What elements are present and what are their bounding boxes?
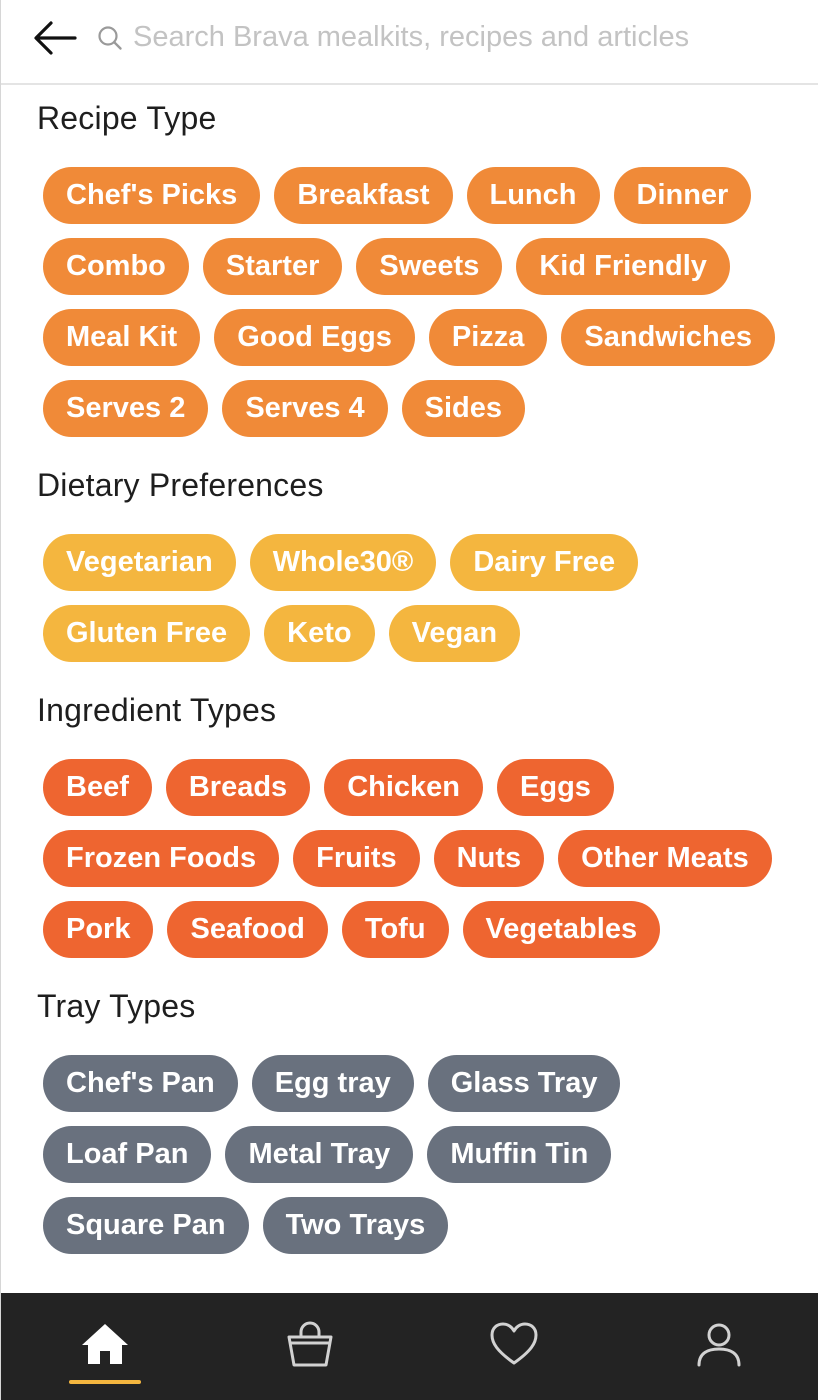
heart-icon <box>490 1322 538 1364</box>
search-icon <box>98 26 122 50</box>
filter-chip[interactable]: Metal Tray <box>225 1126 414 1183</box>
active-indicator <box>69 1380 141 1384</box>
filter-chip[interactable]: Serves 2 <box>43 380 209 437</box>
section-title: Tray Types <box>37 988 196 1024</box>
filter-chip[interactable]: Combo <box>43 238 189 295</box>
filter-chip[interactable]: Nuts <box>433 830 545 887</box>
filter-chip[interactable]: Good Eggs <box>214 309 415 366</box>
filter-chip[interactable]: Seafood <box>167 901 328 958</box>
filter-chip[interactable]: Vegetables <box>462 901 661 958</box>
chip-group: Beef Breads Chicken Eggs Frozen Foods Fruits N… <box>37 759 797 958</box>
filter-chip[interactable]: Glass Tray <box>427 1055 621 1112</box>
nav-home[interactable] <box>60 1293 150 1400</box>
filter-chip[interactable]: Other Meats <box>558 830 772 887</box>
filter-chip[interactable]: Square Pan <box>43 1197 249 1254</box>
filter-chip[interactable]: Pork <box>43 901 154 958</box>
ingredient-types-section: Ingredient Types Beef Breads Chicken Eggs Fr… <box>37 688 797 958</box>
filter-chip[interactable]: Chicken <box>324 759 484 816</box>
filter-chip[interactable]: Breads <box>165 759 311 816</box>
filter-chip[interactable]: Gluten Free <box>43 605 251 662</box>
filter-chip[interactable]: Egg tray <box>251 1055 414 1112</box>
filter-chip[interactable]: Sweets <box>356 238 503 295</box>
filter-chip[interactable]: Breakfast <box>274 167 453 224</box>
filter-chip[interactable]: Vegetarian <box>43 534 236 591</box>
tray-types-section: Tray Types Chef's Pan Egg tray Glass Tray L… <box>37 984 797 1254</box>
filter-chip[interactable]: Meal Kit <box>43 309 201 366</box>
filter-chip[interactable]: Dinner <box>613 167 752 224</box>
filter-chip[interactable]: Muffin Tin <box>427 1126 612 1183</box>
arrow-left-icon <box>34 21 77 55</box>
user-icon <box>697 1323 741 1366</box>
filter-chip[interactable]: Eggs <box>497 759 614 816</box>
filter-chip[interactable]: Dairy Free <box>450 534 639 591</box>
search-filter-screen: Recipe Type Chef's PicksBreakfastLunchDi… <box>0 0 818 1400</box>
nav-basket[interactable] <box>265 1293 355 1400</box>
filter-chip[interactable]: Pizza <box>428 309 548 366</box>
filter-chip[interactable]: Kid Friendly <box>516 238 730 295</box>
filter-chip[interactable]: Chef's Picks <box>43 167 261 224</box>
filter-chip[interactable]: Keto <box>264 605 375 662</box>
filter-chip[interactable]: Loaf Pan <box>43 1126 212 1183</box>
chip-group: Chef's Picks Breakfast Lunch Dinner Combo Sta… <box>37 167 797 437</box>
bottom-nav <box>1 1293 818 1400</box>
chip-group: Vegetarian Whole30® Dairy Free Gluten Free K… <box>37 534 797 662</box>
section-title: Recipe Type <box>37 100 217 136</box>
filter-chip[interactable]: Serves 4 <box>222 380 388 437</box>
nav-favorites[interactable] <box>469 1293 559 1400</box>
section-title: Ingredient Types <box>37 692 277 728</box>
filter-chip[interactable]: Frozen Foods <box>43 830 280 887</box>
nav-profile[interactable] <box>674 1293 764 1400</box>
filter-chip[interactable]: Lunch <box>466 167 600 224</box>
section-title: Dietary Preferences <box>37 467 324 503</box>
filter-sections: Recipe Type Chef's Picks Breakfast Lunch Di… <box>37 96 797 1280</box>
dietary-preferences-section: Dietary Preferences Vegetarian Whole30® Da… <box>37 463 797 662</box>
filter-chip[interactable]: Fruits <box>293 830 420 887</box>
filter-chip[interactable]: Vegan <box>388 605 521 662</box>
filter-chip[interactable]: Two Trays <box>262 1197 449 1254</box>
search-input[interactable] <box>133 14 793 60</box>
filter-chip[interactable]: Sandwiches <box>561 309 776 366</box>
filter-chip[interactable]: Whole30® <box>249 534 437 591</box>
back-button[interactable] <box>31 16 79 60</box>
search-header <box>1 0 818 85</box>
filter-chip[interactable]: Chef's Pan <box>43 1055 238 1112</box>
filter-chip[interactable]: Sides <box>401 380 526 437</box>
home-icon <box>82 1323 128 1364</box>
filter-chip[interactable]: Beef <box>43 759 152 816</box>
chip-group: Chef's Pan Egg tray Glass Tray Loaf Pan Meta… <box>37 1055 797 1254</box>
recipe-type-section: Recipe Type Chef's Picks Breakfast Lunch Di… <box>37 96 797 437</box>
filter-chip[interactable]: Tofu <box>341 901 449 958</box>
basket-icon <box>287 1321 333 1366</box>
filter-chip[interactable]: Starter <box>202 238 343 295</box>
